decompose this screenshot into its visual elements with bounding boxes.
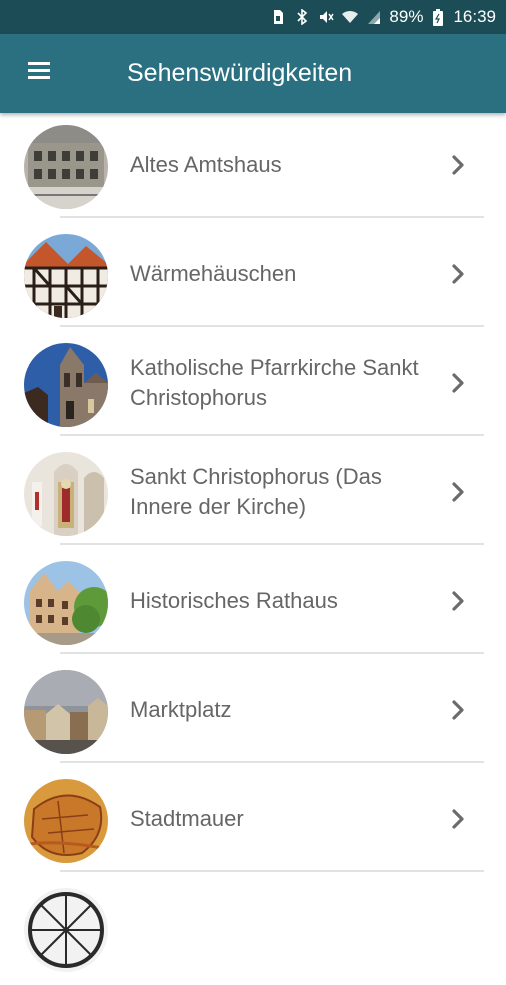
- signal-icon: [365, 8, 383, 26]
- divider: [60, 216, 484, 218]
- wheel-photo: [24, 888, 108, 972]
- chevron-right-icon: [446, 799, 470, 839]
- sim-icon: [269, 8, 287, 26]
- battery-percent: 89%: [389, 7, 424, 26]
- bluetooth-icon: [293, 8, 311, 26]
- list-item-label: Stadtmauer: [130, 806, 244, 831]
- chevron-right-icon: [446, 472, 470, 512]
- list-item-label: Katholische Pfarrkirche Sankt Christopho…: [130, 355, 419, 410]
- list-item-innere-der-kirche[interactable]: Sankt Christophorus (Das Innere der Kirc…: [0, 440, 506, 549]
- half-timbered-house-photo: [24, 234, 108, 318]
- divider: [60, 325, 484, 327]
- town-hall-photo: [24, 561, 108, 645]
- status-bar: 89% 16:39: [0, 0, 506, 34]
- battery-icon: [429, 8, 447, 26]
- app-bar: Sehenswürdigkeiten: [0, 34, 506, 113]
- list-item-label: [130, 876, 436, 980]
- list-item-stadtmauer[interactable]: Stadtmauer: [0, 767, 506, 876]
- list-item-historisches-rathaus[interactable]: Historisches Rathaus: [0, 549, 506, 658]
- list-item-marktplatz[interactable]: Marktplatz: [0, 658, 506, 767]
- hamburger-menu-icon[interactable]: [28, 62, 52, 84]
- list-item-label: Wärmehäuschen: [130, 261, 297, 286]
- chevron-right-icon: [446, 145, 470, 185]
- divider: [60, 652, 484, 654]
- divider: [60, 543, 484, 545]
- page-title: Sehenswürdigkeiten: [127, 59, 353, 87]
- mute-icon: [317, 8, 335, 26]
- market-square-photo: [24, 670, 108, 754]
- chevron-right-icon: [446, 254, 470, 294]
- chevron-right-icon: [446, 363, 470, 403]
- divider: [60, 870, 484, 872]
- city-map-photo: [24, 779, 108, 863]
- divider: [60, 434, 484, 436]
- list-item-label: Historisches Rathaus: [130, 588, 338, 613]
- wifi-icon: [341, 8, 359, 26]
- old-building-photo: [24, 125, 108, 209]
- list-item-pfarrkirche[interactable]: Katholische Pfarrkirche Sankt Christopho…: [0, 331, 506, 440]
- chevron-right-icon: [446, 581, 470, 621]
- list-item-altes-amtshaus[interactable]: Altes Amtshaus: [0, 113, 506, 222]
- status-icons: 89% 16:39: [269, 0, 496, 34]
- divider: [60, 761, 484, 763]
- list-item-label: Altes Amtshaus: [130, 152, 282, 177]
- sights-list: Altes Amtshaus Wärmehäuschen Katholische…: [0, 113, 506, 985]
- clock: 16:39: [453, 7, 496, 26]
- church-interior-photo: [24, 452, 108, 536]
- list-item-partial[interactable]: [0, 876, 506, 985]
- list-item-label: Sankt Christophorus (Das Innere der Kirc…: [130, 464, 382, 519]
- list-item-waermehaeuschen[interactable]: Wärmehäuschen: [0, 222, 506, 331]
- chevron-right-icon: [446, 690, 470, 730]
- list-item-label: Marktplatz: [130, 697, 232, 722]
- church-tower-photo: [24, 343, 108, 427]
